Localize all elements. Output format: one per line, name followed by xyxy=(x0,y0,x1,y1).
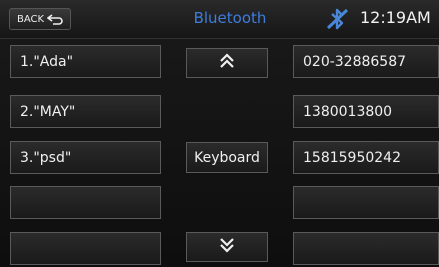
contact-number-4[interactable] xyxy=(293,186,439,219)
contact-name-1[interactable]: 1."Ada" xyxy=(10,45,161,78)
keyboard-button[interactable]: Keyboard xyxy=(186,142,268,173)
top-bar: BACK Bluetooth 12:19AM xyxy=(0,0,439,39)
double-chevron-up-icon xyxy=(218,52,236,74)
contact-name-2[interactable]: 2."MAY" xyxy=(10,95,161,128)
contact-name-5[interactable] xyxy=(10,232,161,265)
contact-number-2[interactable]: 1380013800 xyxy=(293,95,439,128)
contact-number-1[interactable]: 020-32886587 xyxy=(293,45,439,78)
bluetooth-phonebook-screen: BACK Bluetooth 12:19AM 1."Ada" 2."MAY" 3… xyxy=(0,0,439,267)
return-arrow-icon xyxy=(47,13,63,25)
contact-number-5[interactable] xyxy=(293,232,439,265)
contact-number-3[interactable]: 15815950242 xyxy=(293,141,439,174)
contact-name-4[interactable] xyxy=(10,186,161,219)
contact-name-3[interactable]: 3."psd" xyxy=(10,141,161,174)
scroll-up-button[interactable] xyxy=(186,48,268,78)
page-title: Bluetooth xyxy=(193,9,267,27)
scroll-down-button[interactable] xyxy=(186,232,268,262)
double-chevron-down-icon xyxy=(218,236,236,258)
back-label: BACK xyxy=(16,13,45,25)
bluetooth-disconnected-icon xyxy=(324,6,350,32)
back-button[interactable]: BACK xyxy=(9,8,71,30)
clock: 12:19AM xyxy=(360,8,431,27)
